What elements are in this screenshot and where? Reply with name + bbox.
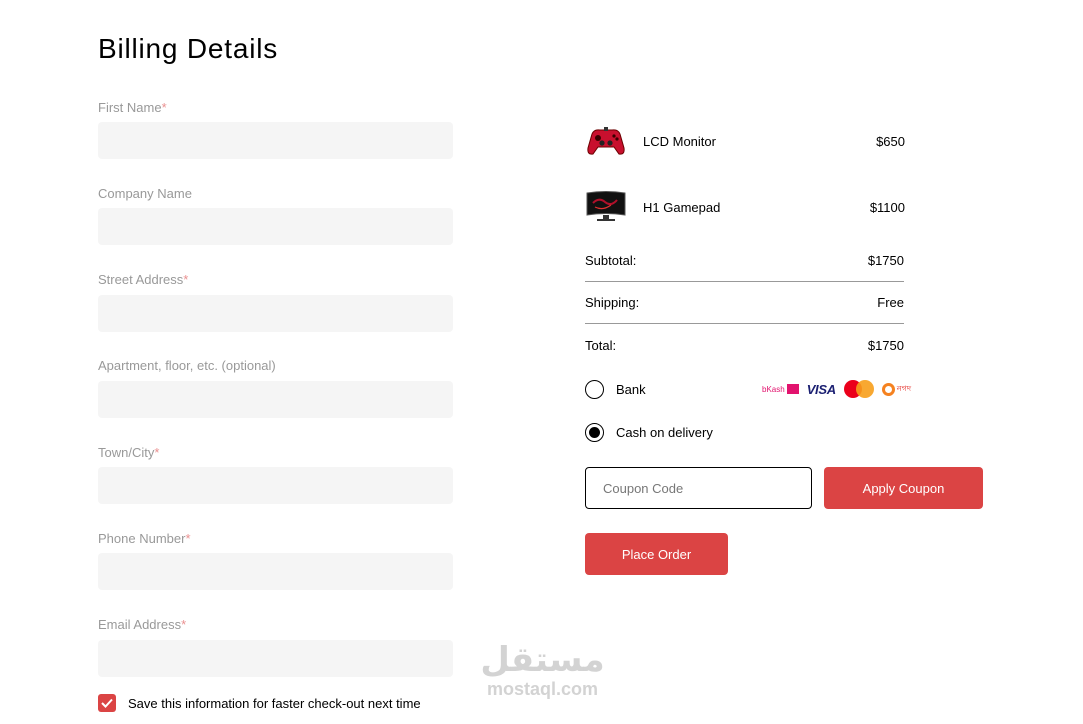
page-title: Billing Details (98, 33, 279, 64)
radio-selected-dot (589, 427, 600, 438)
bank-label: Bank (616, 382, 646, 397)
order-item: LCD Monitor $650 (585, 121, 905, 161)
bank-radio[interactable] (585, 380, 604, 399)
product-name: LCD Monitor (643, 133, 716, 149)
order-item: H1 Gamepad $1100 (585, 187, 905, 227)
check-icon (101, 698, 113, 708)
product-name: H1 Gamepad (643, 199, 721, 215)
phone-number-label: Phone Number* (98, 531, 191, 546)
monitor-icon (585, 189, 627, 225)
email-address-label: Email Address* (98, 617, 187, 632)
shipping-value: Free (877, 295, 904, 310)
cash-on-delivery-radio[interactable] (585, 423, 604, 442)
watermark-arabic: مستقل (480, 641, 605, 679)
town-city-input[interactable] (98, 467, 453, 504)
product-price: $650 (876, 133, 905, 149)
company-name-input[interactable] (98, 208, 453, 245)
total-value: $1750 (867, 338, 904, 353)
cash-on-delivery-label: Cash on delivery (616, 425, 713, 440)
phone-number-input[interactable] (98, 553, 453, 590)
town-city-label: Town/City* (98, 445, 160, 460)
email-address-input[interactable] (98, 640, 453, 677)
mastercard-logo (843, 380, 874, 398)
subtotal-value: $1750 (867, 253, 904, 268)
required-mark: * (185, 531, 191, 546)
place-order-button[interactable]: Place Order (585, 533, 728, 575)
apply-coupon-button[interactable]: Apply Coupon (824, 467, 983, 509)
save-info-row: Save this information for faster check-o… (98, 694, 421, 712)
gamepad-icon (585, 123, 627, 159)
subtotal-row: Subtotal: $1750 (585, 253, 904, 268)
required-mark: * (161, 100, 167, 115)
apartment-input[interactable] (98, 381, 453, 418)
save-info-checkbox[interactable] (98, 694, 116, 712)
bkash-logo: bKash (762, 384, 799, 394)
apartment-label: Apartment, floor, etc. (optional) (98, 358, 276, 373)
coupon-code-input[interactable] (585, 467, 812, 509)
first-name-input[interactable] (98, 122, 453, 159)
payment-option-cash-on-delivery[interactable]: Cash on delivery (585, 423, 713, 442)
save-info-label: Save this information for faster check-o… (128, 695, 421, 711)
payment-option-bank[interactable]: Bank (585, 380, 646, 399)
divider (585, 281, 904, 282)
required-mark: * (181, 617, 187, 632)
visa-logo: VISA (806, 381, 836, 397)
total-label: Total: (585, 338, 617, 353)
shipping-row: Shipping: Free (585, 295, 904, 310)
street-address-input[interactable] (98, 295, 453, 332)
required-mark: * (154, 445, 160, 460)
required-mark: * (183, 272, 189, 287)
product-price: $1100 (869, 199, 905, 215)
watermark: مستقل mostaql.com (470, 640, 615, 698)
payment-logos: bKash VISA নগদ (762, 380, 911, 398)
nagad-logo: নগদ (881, 382, 911, 396)
divider (585, 323, 904, 324)
subtotal-label: Subtotal: (585, 253, 637, 268)
watermark-latin: mostaql.com (486, 679, 599, 699)
shipping-label: Shipping: (585, 295, 640, 310)
first-name-label: First Name* (98, 100, 167, 115)
total-row: Total: $1750 (585, 338, 904, 353)
street-address-label: Street Address* (98, 272, 189, 287)
company-name-label: Company Name (98, 186, 192, 201)
